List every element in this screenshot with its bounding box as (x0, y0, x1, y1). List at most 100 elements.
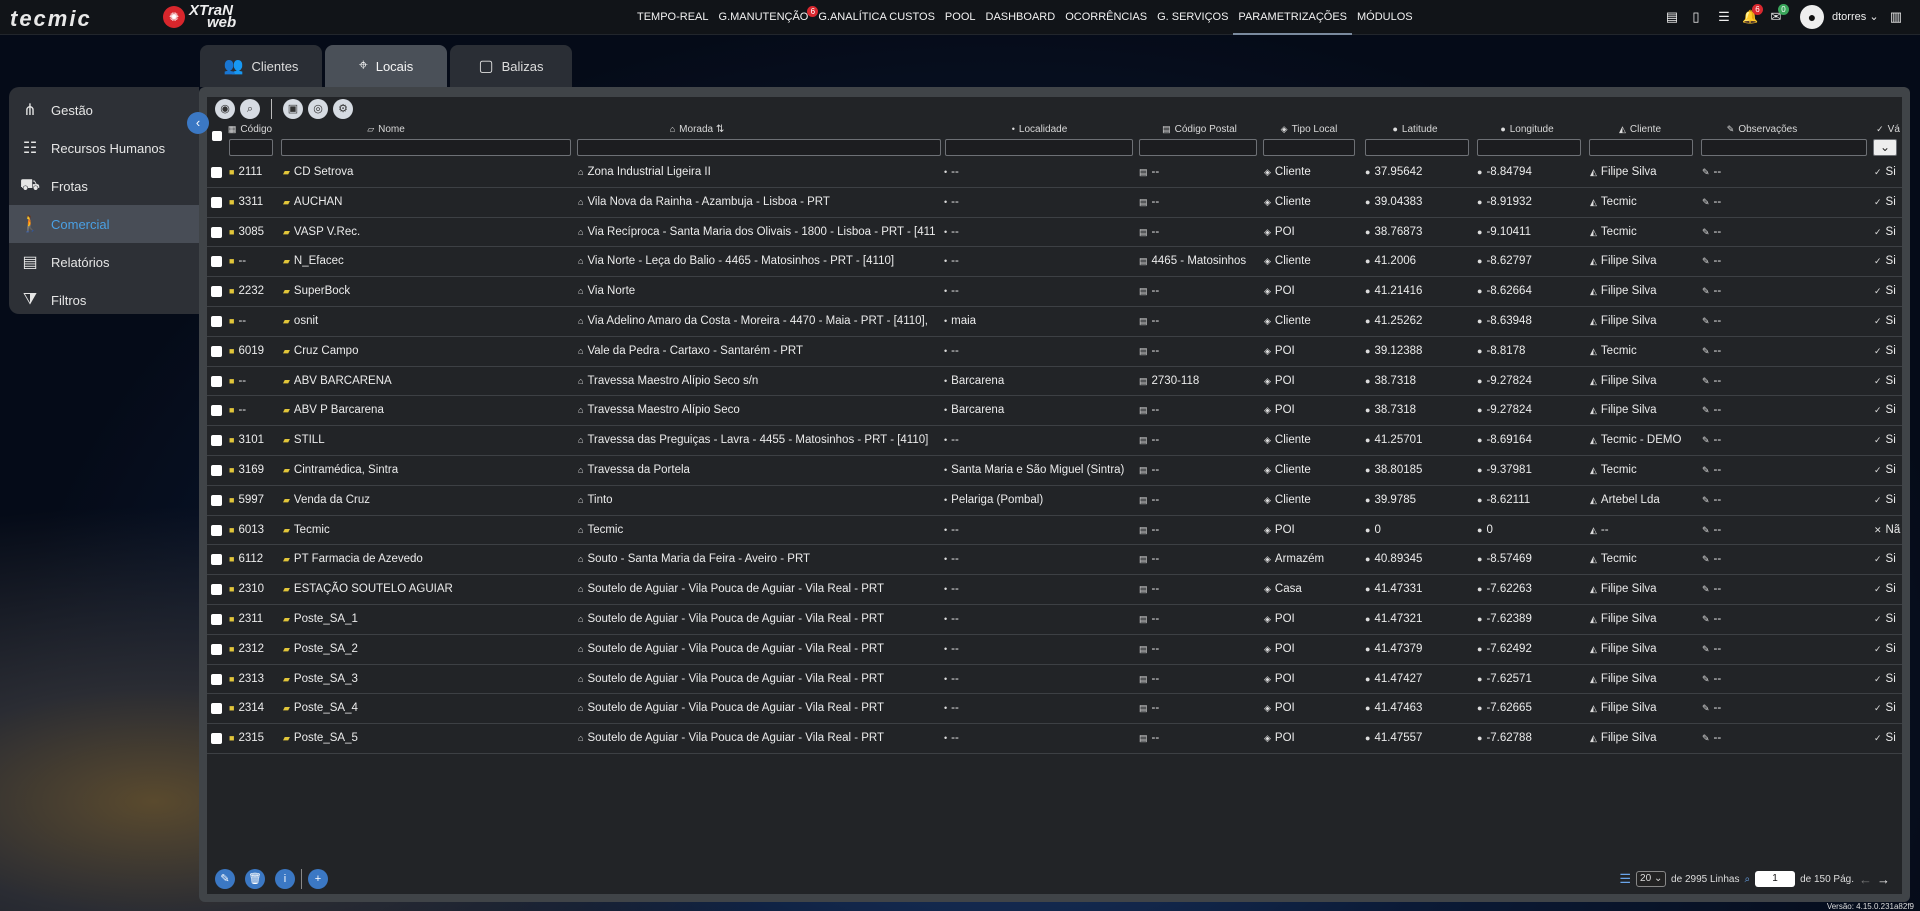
filter-codigo-postal[interactable] (1139, 139, 1257, 156)
nav-pool[interactable]: POOL (940, 0, 981, 35)
filter-codigo[interactable] (229, 139, 273, 156)
page-input[interactable]: 1 (1755, 871, 1796, 887)
book-icon[interactable]: ▥ (1888, 9, 1904, 25)
cell-value: STILL (293, 434, 325, 447)
table-row[interactable]: ■ 6112 ▰ PT Farmacia de Azevedo ⌂ Souto - San… (207, 545, 1902, 576)
filter-nome[interactable] (281, 139, 571, 156)
filter-morada[interactable] (577, 139, 941, 156)
bell-icon[interactable]: 🔔 6 (1742, 4, 1763, 25)
delete-button[interactable]: 🗑 (245, 869, 265, 889)
add-local-button[interactable]: + (308, 869, 328, 889)
sort-icon[interactable]: ⇅ (713, 124, 724, 135)
table-row[interactable]: ■ 3101 ▰ STILL ⌂ Travessa das Preguiças - Lav… (207, 426, 1902, 456)
table-row[interactable]: ■ -- ▰ ABV BARCARENA ⌂ Travessa Maestro Alípi… (207, 367, 1902, 397)
zoom-button[interactable]: ⌕ (240, 99, 260, 119)
cell-value: Zona Industrial Ligeira II (587, 166, 711, 178)
header-observacoes[interactable]: ✎ Observações (1702, 121, 1822, 138)
cell-visivel: ✓ Si (1874, 277, 1902, 306)
header-latitude[interactable]: ● Latitude (1365, 121, 1465, 138)
report-settings-icon[interactable]: ▤ (1664, 9, 1680, 25)
cell-value: 41.47557 (1374, 732, 1423, 745)
next-page-button[interactable]: → (1877, 872, 1890, 887)
cell-nome: ▰ Venda da Cruz (283, 486, 513, 515)
username-menu[interactable]: dtorres ⌄ (1832, 0, 1879, 35)
header-codigo-postal[interactable]: ▤ Código Postal (1137, 121, 1262, 138)
sidebar-item-filtros[interactable]: ⧩ Filtros (9, 281, 199, 319)
cell-longitude: ● -8.69164 (1477, 426, 1577, 455)
nav-dashboard[interactable]: DASHBOARD (981, 0, 1061, 35)
postal-icon: ▤ (1139, 256, 1148, 267)
header-localidade[interactable]: • Localidade (947, 121, 1132, 138)
sidebar-item-frotas[interactable]: ⛟ Frotas (9, 167, 199, 205)
table-row[interactable]: ■ 5997 ▰ Venda da Cruz ⌂ Tinto • Pelariga (Pomb… (207, 486, 1902, 516)
table-row[interactable]: ■ 2313 ▰ Poste_SA_3 ⌂ Soutelo de Aguiar - Vil… (207, 665, 1902, 695)
table-row[interactable]: ■ 3169 ▰ Cintramédica, Sintra ⌂ Travessa da P… (207, 456, 1902, 486)
mail-icon[interactable]: ✉ 0 (1768, 4, 1789, 25)
table-row[interactable]: ■ 2312 ▰ Poste_SA_2 ⌂ Soutelo de Aguiar - Vil… (207, 635, 1902, 665)
cell-value: Tecmic (1600, 553, 1637, 566)
filter-visivel[interactable]: ⌄ (1873, 139, 1897, 156)
sidebar-item-comercial[interactable]: 🚶 Comercial (9, 205, 199, 243)
header-nome[interactable]: ▱ Nome (271, 121, 501, 138)
document-icon[interactable]: ▯ (1688, 9, 1704, 25)
edit-button[interactable]: ✎ (215, 869, 235, 889)
nav-m-dulos[interactable]: MÓDULOS (1352, 0, 1418, 35)
header-visivel[interactable]: ✓ Vá (1874, 121, 1902, 138)
filter-tipo-local[interactable] (1263, 139, 1355, 156)
table-row[interactable]: ■ -- ▰ ABV P Barcarena ⌂ Travessa Maestro Alí… (207, 396, 1902, 427)
cell-observacoes: ✎ -- (1702, 247, 1822, 276)
import-button[interactable]: ◎ (308, 99, 328, 119)
table-row[interactable]: ■ 3085 ▰ VASP V.Rec. ⌂ Via Recíproca - Santa … (207, 218, 1902, 248)
info-button[interactable]: i (275, 869, 295, 889)
table-row[interactable]: ■ -- ▰ N_Efacec ⌂ Via Norte - Leça do Balio -… (207, 247, 1902, 278)
table-row[interactable]: ■ -- ▰ osnit ⌂ Via Adelino Amaro da Costa - M… (207, 307, 1902, 337)
nav-g-anal-tica-custos[interactable]: G.ANALÍTICA CUSTOS (813, 0, 940, 35)
postal-icon: ▤ (1139, 315, 1148, 326)
nav-g-servi-os[interactable]: G. SERVIÇOS (1152, 0, 1233, 35)
table-row[interactable]: ■ 2311 ▰ Poste_SA_1 ⌂ Soutelo de Aguiar - Vil… (207, 605, 1902, 635)
collapse-sidebar-button[interactable]: ‹ (187, 112, 209, 134)
filter-cliente[interactable] (1589, 139, 1693, 156)
tecmic-logo[interactable]: tecmic (10, 6, 144, 31)
table-row[interactable]: ■ 3311 ▰ AUCHAN ⌂ Vila Nova da Rainha - Azamb… (207, 188, 1902, 218)
nav-ocorr-ncias[interactable]: OCORRÊNCIAS (1060, 0, 1152, 35)
map-locations-button[interactable]: ◉ (215, 99, 235, 119)
header-codigo[interactable]: ▦ Código (225, 121, 275, 138)
sidebar-item-gest-o[interactable]: ⋔ Gestão (9, 91, 199, 129)
table-row[interactable]: ■ 2111 ▰ CD Setrova ⌂ Zona Industrial Ligeira… (207, 158, 1902, 188)
table-row[interactable]: ■ 2232 ▰ SuperBock ⌂ Via Norte • -- ▤ -- ◈ POI ● 41.2… (207, 277, 1902, 307)
cell-morada: ⌂ Via Recíproca - Santa Maria dos Olivais… (578, 218, 948, 247)
prev-page-button[interactable]: ← (1859, 872, 1872, 887)
table-row[interactable]: ■ 6013 ▰ Tecmic ⌂ Tecmic • -- ▤ -- ◈ POI ● 0 ● 0 ◭ -- ✎ -- ✕… (207, 516, 1902, 546)
table-row[interactable]: ■ 2310 ▰ ESTAÇÃO SOUTELO AGUIAR ⌂ Soutelo de … (207, 575, 1902, 605)
header-morada[interactable]: ⌂ Morada ⇅ (577, 121, 817, 138)
user-avatar-icon[interactable]: ● (1800, 5, 1824, 29)
header-longitude[interactable]: ● Longitude (1477, 121, 1577, 138)
table-row[interactable]: ■ 6019 ▰ Cruz Campo ⌂ Vale da Pedra - Cartaxo… (207, 337, 1902, 367)
tab-balizas[interactable]: ▢ Balizas (450, 45, 572, 87)
filter-latitude[interactable] (1365, 139, 1469, 156)
tab-locais[interactable]: ⌖ Locais (325, 45, 447, 87)
nav-g-manuten-o[interactable]: G.MANUTENÇÃO 6 (714, 0, 819, 35)
filter-localidade[interactable] (945, 139, 1133, 156)
sidebar-item-relat-rios[interactable]: ▤ Relatórios (9, 243, 199, 281)
sidebar-item-label: Comercial (51, 216, 110, 232)
settings-button[interactable]: ⚙ (333, 99, 353, 119)
page-size-select[interactable]: 20 ⌄ (1636, 871, 1667, 887)
export-button[interactable]: ▣ (283, 99, 303, 119)
header-tipo-local[interactable]: ◈ Tipo Local (1263, 121, 1355, 138)
filter-longitude[interactable] (1477, 139, 1581, 156)
header-cliente[interactable]: ◭ Cliente (1590, 121, 1690, 138)
nav-parametriza-es[interactable]: PARAMETRIZAÇÕES (1233, 0, 1353, 35)
sidebar-item-recursos-humanos[interactable]: ☷ Recursos Humanos (9, 129, 199, 167)
nav-label: TEMPO-REAL (637, 11, 709, 23)
nav-tempo-real[interactable]: TEMPO-REAL (632, 0, 714, 35)
tab-clientes[interactable]: 👥 Clientes (200, 45, 322, 87)
filter-observacoes[interactable] (1701, 139, 1867, 156)
sliders-icon[interactable]: ☰ (1716, 9, 1732, 25)
list-icon[interactable]: ☰ (1619, 871, 1631, 887)
xtranweb-logo[interactable]: ✺ XTraN web (163, 3, 263, 30)
table-row[interactable]: ■ 2314 ▰ Poste_SA_4 ⌂ Soutelo de Aguiar - Vil… (207, 694, 1902, 725)
cell-morada: ⌂ Soutelo de Aguiar - Vila Pouca de Aguia… (578, 724, 948, 753)
table-row[interactable]: ■ 2315 ▰ Poste_SA_5 ⌂ Soutelo de Aguiar - Vil… (207, 724, 1902, 754)
